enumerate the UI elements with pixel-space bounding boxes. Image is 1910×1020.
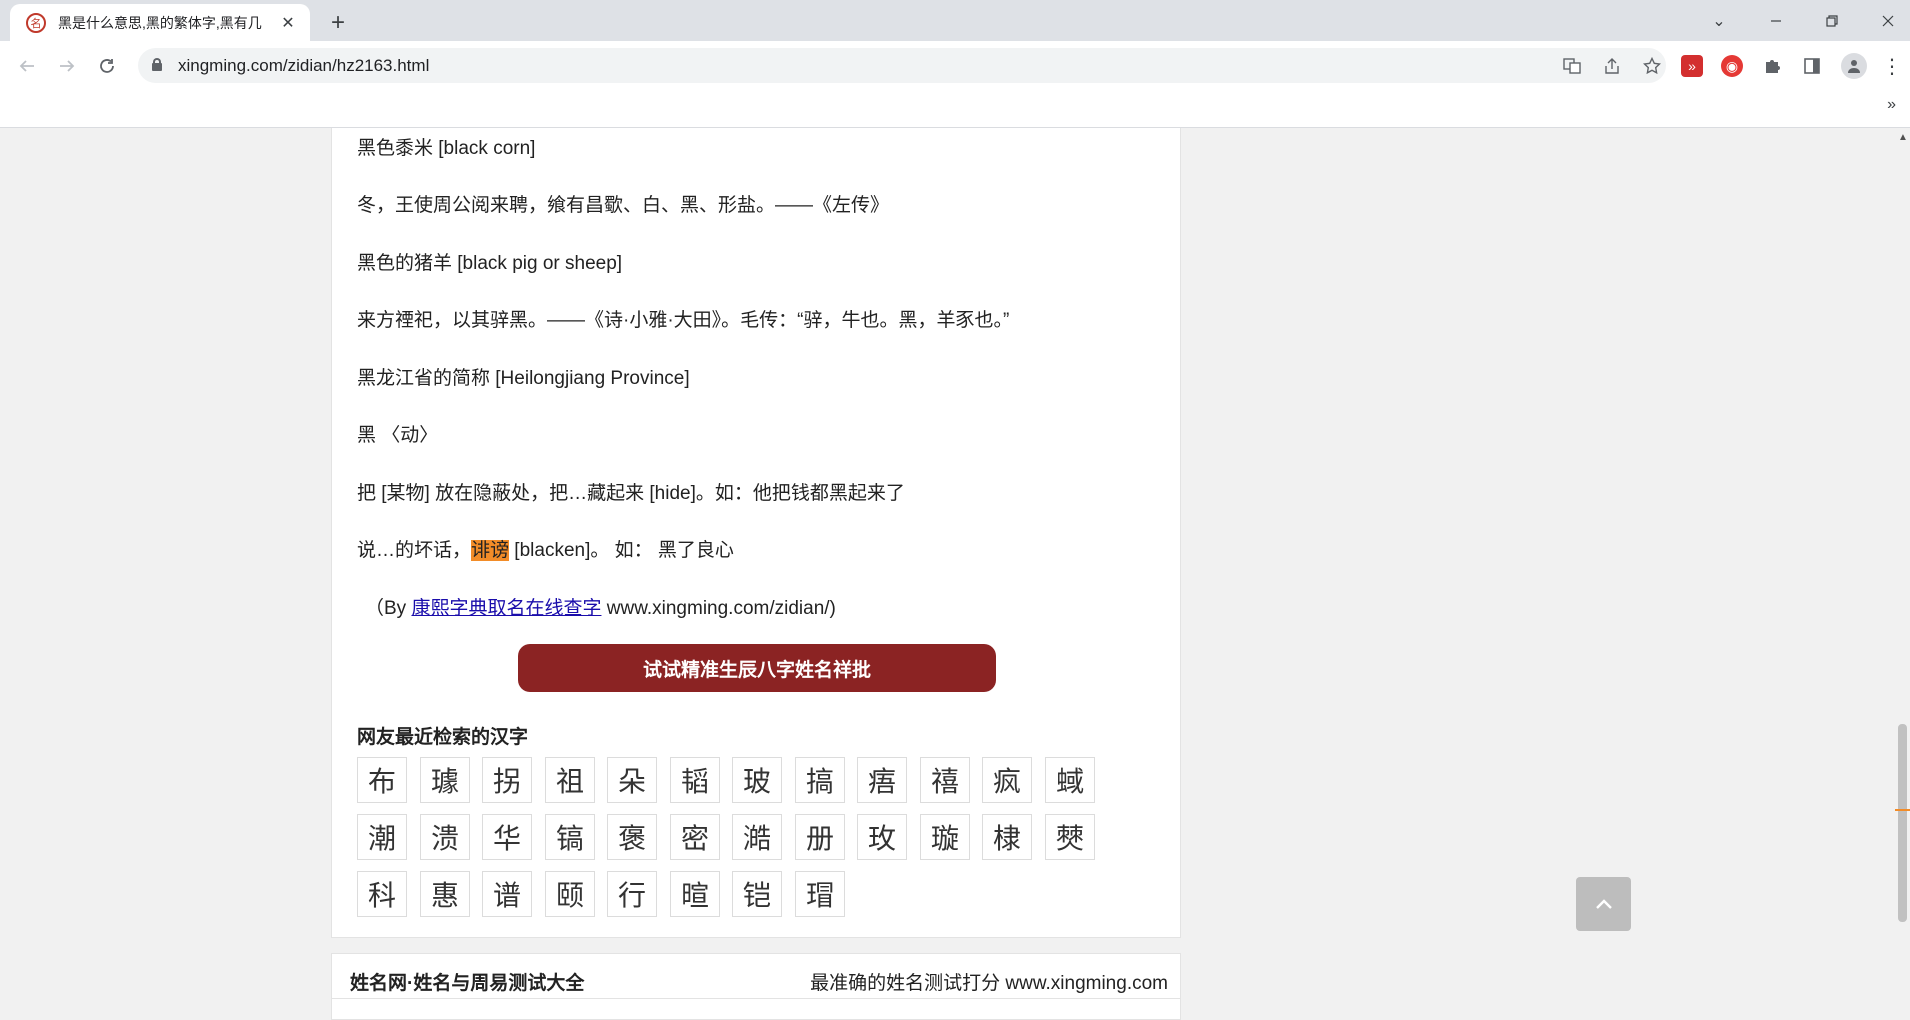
- recent-char-link[interactable]: 玻: [732, 757, 782, 803]
- scrollbar-thumb[interactable]: [1898, 724, 1907, 922]
- definition-line: 黑色黍米 [black corn]: [357, 138, 536, 159]
- url-text[interactable]: xingming.com/zidian/hz2163.html: [178, 56, 429, 76]
- recent-char-link[interactable]: 谱: [482, 871, 532, 917]
- chevron-up-icon: [1595, 899, 1612, 909]
- browser-menu-icon[interactable]: ⋮: [1881, 55, 1903, 78]
- highlighted-word: 诽谤: [471, 540, 510, 561]
- recent-char-link[interactable]: 拐: [482, 757, 532, 803]
- site-footer-panel: 姓名网·姓名与周易测试大全 最准确的姓名测试打分 www.xingming.co…: [331, 953, 1181, 1020]
- recent-char-link[interactable]: 瑁: [795, 871, 845, 917]
- restore-button[interactable]: [1804, 0, 1860, 41]
- definition-line: 黑 〈动〉: [357, 425, 439, 446]
- lock-icon[interactable]: [152, 58, 162, 71]
- profile-avatar-icon[interactable]: [1841, 53, 1867, 79]
- bookmarks-bar: »: [0, 90, 1910, 128]
- recent-char-link[interactable]: 朵: [607, 757, 657, 803]
- recent-char-link[interactable]: 璩: [420, 757, 470, 803]
- recent-char-link[interactable]: 玫: [857, 814, 907, 860]
- extensions-puzzle-icon[interactable]: [1761, 55, 1783, 77]
- browser-toolbar: xingming.com/zidian/hz2163.html » ◉ ⋮: [0, 41, 1910, 90]
- recent-char-link[interactable]: 华: [482, 814, 532, 860]
- back-to-top-button[interactable]: [1576, 877, 1631, 931]
- definition-line: 把 [某物] 放在隐蔽处，把…藏起来 [hide]。如：他把钱都黑起来了: [357, 483, 905, 504]
- recent-char-link[interactable]: 痦: [857, 757, 907, 803]
- credit-suffix: www.xingming.com/zidian/): [601, 598, 836, 619]
- recent-char-link[interactable]: 册: [795, 814, 845, 860]
- recent-char-link[interactable]: 惠: [420, 871, 470, 917]
- recent-char-link[interactable]: 科: [357, 871, 407, 917]
- divider: [332, 998, 1180, 999]
- recent-char-link[interactable]: 暄: [670, 871, 720, 917]
- tab-strip: 名 黑是什么意思,黑的繁体字,黑有几 ✕ + ⌄: [0, 0, 1910, 41]
- definition-line: 来方禋祀，以其骍黑。——《诗·小雅·大田》。毛传：“骍，牛也。黑，羊豕也。”: [357, 310, 1010, 331]
- definition-panel: 黑色黍米 [black corn] 冬，王使周公阅来聘，飨有昌歜、白、黑、形盐。…: [331, 128, 1181, 938]
- extension-red-circle-icon[interactable]: ◉: [1721, 55, 1743, 77]
- tab-close-icon[interactable]: ✕: [278, 13, 298, 33]
- definition-line: 黑龙江省的简称 [Heilongjiang Province]: [357, 368, 690, 389]
- forward-arrow-icon[interactable]: [52, 51, 82, 81]
- close-window-button[interactable]: [1860, 0, 1910, 41]
- bookmarks-overflow-chevron-icon[interactable]: »: [1887, 96, 1896, 114]
- recent-char-link[interactable]: 祖: [545, 757, 595, 803]
- recent-char-link[interactable]: 疯: [982, 757, 1032, 803]
- recent-searches-title: 网友最近检索的汉字: [357, 727, 529, 748]
- recent-char-link[interactable]: 褒: [607, 814, 657, 860]
- page-scrollbar[interactable]: ▲: [1895, 128, 1910, 1020]
- definition-line: 冬，王使周公阅来聘，飨有昌歜、白、黑、形盐。——《左传》: [357, 195, 890, 216]
- definition-line: 黑色的猪羊 [black pig or sheep]: [357, 253, 623, 274]
- translate-icon[interactable]: [1562, 56, 1582, 76]
- definition-text: 说…的坏话，: [357, 540, 472, 561]
- bazi-name-analysis-button[interactable]: 试试精准生辰八字姓名祥批: [518, 644, 996, 692]
- site-favicon-icon: 名: [26, 12, 46, 33]
- back-arrow-icon[interactable]: [12, 51, 42, 81]
- recent-char-link[interactable]: 蜮: [1045, 757, 1095, 803]
- side-panel-icon[interactable]: [1801, 55, 1823, 77]
- recent-char-link[interactable]: 布: [357, 757, 407, 803]
- site-slogan: 最准确的姓名测试打分 www.xingming.com: [810, 973, 1168, 994]
- extension-red-square-icon[interactable]: »: [1681, 55, 1703, 77]
- recent-char-link[interactable]: 韬: [670, 757, 720, 803]
- kangxi-dictionary-link[interactable]: 康熙字典取名在线查字: [411, 598, 601, 619]
- recent-char-link[interactable]: 棣: [982, 814, 1032, 860]
- tab-search-icon[interactable]: ⌄: [1691, 0, 1747, 41]
- bookmark-star-icon[interactable]: [1642, 56, 1662, 76]
- minimize-button[interactable]: [1748, 0, 1804, 41]
- recent-char-link[interactable]: 禧: [920, 757, 970, 803]
- definition-text: [blacken]。 如： 黑了良心: [509, 540, 734, 561]
- new-tab-button[interactable]: +: [324, 9, 352, 37]
- tab-title: 黑是什么意思,黑的繁体字,黑有几: [58, 14, 262, 31]
- recent-char-link[interactable]: 颐: [545, 871, 595, 917]
- search-match-marker: [1895, 809, 1910, 811]
- scroll-up-arrow-icon[interactable]: ▲: [1898, 132, 1908, 143]
- browser-tab[interactable]: 名 黑是什么意思,黑的繁体字,黑有几 ✕: [10, 4, 310, 41]
- source-credit: （By 康熙字典取名在线查字 www.xingming.com/zidian/): [365, 593, 836, 620]
- recent-char-link[interactable]: 溃: [420, 814, 470, 860]
- recent-char-link[interactable]: 镐: [545, 814, 595, 860]
- recent-char-link[interactable]: 铠: [732, 871, 782, 917]
- recent-char-link[interactable]: 搞: [795, 757, 845, 803]
- recent-char-link[interactable]: 潮: [357, 814, 407, 860]
- address-bar[interactable]: xingming.com/zidian/hz2163.html: [138, 48, 1666, 83]
- recent-char-link[interactable]: 行: [607, 871, 657, 917]
- credit-prefix: （By: [365, 598, 412, 619]
- recent-char-link[interactable]: 澔: [732, 814, 782, 860]
- definition-line: 说…的坏话，诽谤 [blacken]。 如： 黑了良心: [357, 535, 734, 562]
- site-name: 姓名网·姓名与周易测试大全: [350, 973, 585, 994]
- reload-icon[interactable]: [92, 51, 122, 81]
- recent-char-link[interactable]: 璇: [920, 814, 970, 860]
- recent-char-link[interactable]: 密: [670, 814, 720, 860]
- share-icon[interactable]: [1602, 56, 1622, 76]
- recent-char-link[interactable]: 僰: [1045, 814, 1095, 860]
